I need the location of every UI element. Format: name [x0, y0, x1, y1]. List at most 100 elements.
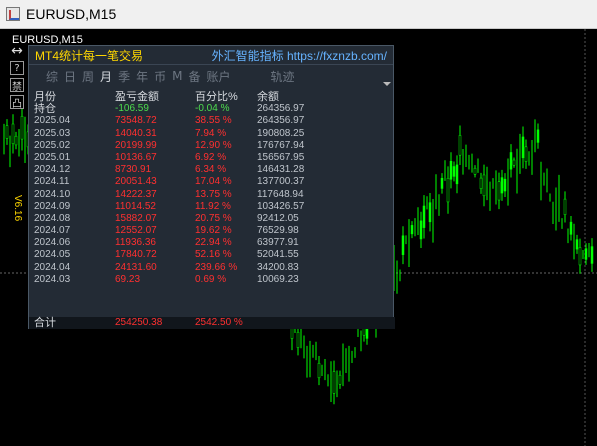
- tab-10[interactable]: 轨迹: [271, 68, 295, 85]
- candle-body: [524, 146, 528, 162]
- table-row: 2025.03 14040.31 7.94 % 190808.25: [29, 128, 395, 140]
- tab-9[interactable]: 账户: [206, 68, 230, 85]
- total-pnl: 254250.38: [115, 317, 163, 328]
- candle-body: [578, 247, 582, 266]
- tab-6[interactable]: 币: [154, 68, 166, 85]
- percent-cell: 7.94 %: [195, 127, 227, 139]
- table-row: 2024.10 14222.37 13.75 % 117648.94: [29, 189, 395, 201]
- candle-body: [296, 331, 300, 348]
- candle-body: [473, 167, 477, 175]
- candle-body: [422, 205, 426, 228]
- balance-cell: 92412.05: [257, 212, 299, 224]
- percent-cell: 17.04 %: [195, 176, 232, 188]
- candle-body: [317, 362, 321, 379]
- table-row: 2025.01 10136.67 6.92 % 156567.95: [29, 152, 395, 164]
- month-cell: 2025.01: [34, 151, 71, 163]
- header-percent: 百分比%: [195, 91, 238, 103]
- candle-body: [20, 116, 24, 140]
- percent-cell: 6.34 %: [195, 164, 227, 176]
- candle-body: [332, 371, 336, 394]
- month-cell: 2024.08: [34, 212, 71, 224]
- percent-cell: 239.66 %: [195, 261, 238, 273]
- table-row: 2024.05 17840.72 52.16 % 52041.55: [29, 249, 395, 261]
- candle-body: [500, 177, 504, 194]
- version-label: V6.16: [12, 195, 23, 222]
- pnl-cell: 12552.07: [115, 225, 157, 237]
- month-cell: 2024.07: [34, 225, 71, 237]
- month-cell: 2024.12: [34, 164, 71, 176]
- dropdown-arrow-icon[interactable]: [383, 82, 391, 86]
- table-row: 2024.08 15882.07 20.75 % 92412.05: [29, 213, 395, 225]
- balance-cell: 190808.25: [257, 127, 305, 139]
- percent-cell: 22.94 %: [195, 237, 232, 249]
- help-icon[interactable]: ?: [10, 61, 24, 75]
- table-row: 2024.06 11936.36 22.94 % 63977.91: [29, 237, 395, 249]
- pnl-cell: 11936.36: [115, 237, 156, 249]
- candle-body: [575, 239, 579, 250]
- candle-body: [479, 177, 483, 189]
- tab-0[interactable]: 综: [46, 68, 58, 85]
- tab-2[interactable]: 周: [82, 68, 94, 85]
- pnl-cell: 73548.72: [115, 115, 157, 127]
- candle-body: [14, 135, 18, 146]
- pnl-cell: 14222.37: [115, 188, 157, 200]
- month-cell: 2024.10: [34, 188, 71, 200]
- balance-cell: 76529.98: [257, 225, 299, 237]
- window-titlebar: EURUSD,M15: [0, 0, 597, 29]
- balance-cell: 117648.94: [257, 188, 304, 200]
- disable-icon[interactable]: 禁: [10, 78, 24, 93]
- total-row: 合计 254250.38 2542.50 %: [29, 317, 395, 329]
- candle-body: [11, 123, 15, 144]
- pnl-cell: 11014.52: [115, 200, 156, 212]
- balance-cell: 103426.57: [257, 200, 305, 212]
- percent-cell: 11.92 %: [195, 200, 231, 212]
- move-icon[interactable]: ↔: [10, 43, 24, 59]
- header-pnl: 盈亏金额: [115, 91, 159, 103]
- percent-cell: 6.92 %: [195, 151, 227, 163]
- table-row: 2024.12 8730.91 6.34 % 146431.28: [29, 164, 395, 176]
- table-row: 2024.07 12552.07 19.62 % 76529.98: [29, 225, 395, 237]
- candle-body: [5, 125, 9, 139]
- candle-body: [452, 166, 456, 177]
- candle-body: [503, 178, 507, 192]
- balance-cell: 156567.95: [257, 151, 305, 163]
- candle-body: [428, 202, 432, 223]
- tab-1[interactable]: 日: [64, 68, 76, 85]
- pnl-cell: 14040.31: [115, 127, 157, 139]
- tab-7[interactable]: M: [172, 69, 182, 83]
- candle-body: [458, 135, 462, 156]
- balance-cell: 137700.37: [257, 176, 305, 188]
- window-title: EURUSD,M15: [26, 6, 117, 22]
- table-row: 2025.04 73548.72 38.55 % 264356.97: [29, 115, 395, 127]
- tab-5[interactable]: 年: [136, 68, 148, 85]
- tab-4[interactable]: 季: [118, 68, 130, 85]
- indicator-toolbox: ↔ ? 禁 凸: [10, 43, 26, 112]
- stats-panel: MT4统计每一笔交易 外汇智能指标 https://fxznzb.com/ 综日…: [28, 45, 395, 329]
- panel-header: MT4统计每一笔交易 外汇智能指标 https://fxznzb.com/: [29, 46, 393, 65]
- candle-body: [419, 220, 423, 240]
- header-balance: 余额: [257, 91, 279, 103]
- pnl-cell: 20199.99: [115, 139, 157, 151]
- total-label: 合计: [34, 317, 56, 329]
- table-row: 2024.09 11014.52 11.92 % 103426.57: [29, 201, 395, 213]
- chart-window-icon: [6, 7, 20, 21]
- month-cell: 2024.06: [34, 237, 71, 249]
- percent-cell: 13.75 %: [195, 188, 232, 200]
- header-month: 月份: [34, 91, 56, 103]
- percent-cell: 52.16 %: [195, 249, 232, 261]
- holding-balance: 264356.97: [257, 103, 305, 115]
- collapse-icon[interactable]: 凸: [10, 95, 24, 110]
- candle-body: [497, 181, 501, 201]
- candle-body: [401, 235, 405, 255]
- percent-cell: 38.55 %: [195, 115, 232, 127]
- pnl-cell: 69.23: [115, 273, 141, 285]
- holding-row: 持仓 -106.59 -0.04 % 264356.97: [29, 103, 395, 115]
- balance-cell: 264356.97: [257, 115, 305, 127]
- table-row: 2024.04 24131.60 239.66 % 34200.83: [29, 262, 395, 274]
- tab-3[interactable]: 月: [100, 68, 112, 85]
- website-link[interactable]: 外汇智能指标 https://fxznzb.com/: [212, 47, 387, 64]
- candle-body: [521, 136, 525, 159]
- pnl-cell: 15882.07: [115, 212, 157, 224]
- tab-8[interactable]: 备: [188, 68, 200, 85]
- table-row: 2025.02 20199.99 12.90 % 176767.94: [29, 140, 395, 152]
